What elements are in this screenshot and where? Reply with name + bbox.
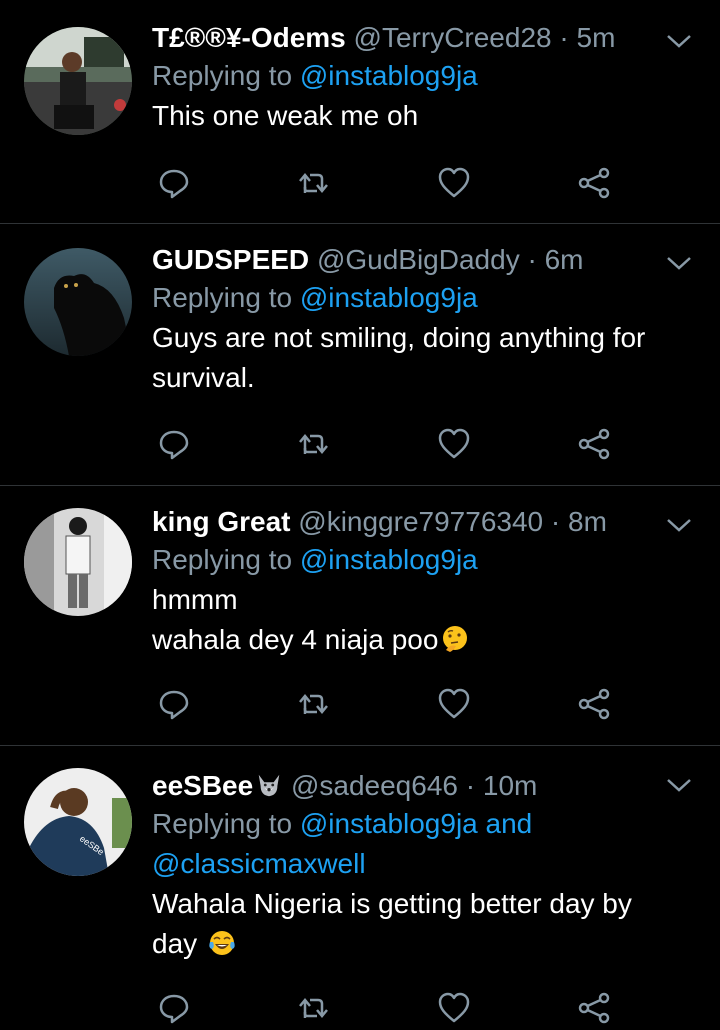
wolf-face-emoji xyxy=(258,774,280,797)
reply-button[interactable] xyxy=(156,165,192,201)
retweet-button[interactable] xyxy=(296,686,332,722)
share-button[interactable] xyxy=(576,165,612,201)
avatar[interactable] xyxy=(24,248,132,356)
share-icon xyxy=(578,688,610,720)
tweet-text-line: hmmm xyxy=(152,584,238,615)
reply-button[interactable] xyxy=(156,686,192,722)
retweet-icon xyxy=(299,173,328,193)
replying-to: Replying to @instablog9ja and @classicma… xyxy=(152,804,696,884)
mention-link[interactable]: @instablog9ja xyxy=(300,544,478,575)
mention-link[interactable]: @instablog9ja and xyxy=(300,808,532,839)
retweet-button[interactable] xyxy=(296,165,332,201)
retweet-button[interactable] xyxy=(296,990,332,1026)
separator-dot: · xyxy=(465,770,476,801)
tweet-text: Guys are not smiling, doing anything for… xyxy=(152,318,696,398)
timestamp[interactable]: 8m xyxy=(568,506,607,537)
timestamp[interactable]: 5m xyxy=(577,22,616,53)
display-name[interactable]: eeSBee xyxy=(152,770,283,801)
tweet-text: Wahala Nigeria is getting better day by … xyxy=(152,884,696,964)
mention-link[interactable]: @classicmaxwell xyxy=(152,848,366,879)
retweet-icon xyxy=(299,694,328,714)
tweet-text-line: wahala dey 4 niaja poo xyxy=(152,620,696,660)
separator-dot: · xyxy=(550,506,561,537)
share-button[interactable] xyxy=(576,990,612,1026)
user-handle[interactable]: @kinggre79776340 xyxy=(298,506,543,537)
reply-button[interactable] xyxy=(156,990,192,1026)
like-icon xyxy=(438,688,470,719)
share-icon xyxy=(578,428,610,460)
display-name[interactable]: T£®®¥-Odems xyxy=(152,22,346,53)
tears-of-joy-emoji xyxy=(209,931,235,955)
display-name-text: eeSBee xyxy=(152,770,254,801)
chevron-down-icon[interactable] xyxy=(664,770,694,800)
like-button[interactable] xyxy=(436,686,472,722)
tweet-text: This one weak me oh xyxy=(152,96,696,136)
reply-button[interactable] xyxy=(156,426,192,462)
retweet-icon xyxy=(299,998,328,1018)
user-handle[interactable]: @sadeeq646 xyxy=(291,770,458,801)
share-button[interactable] xyxy=(576,426,612,462)
reply-icon xyxy=(159,994,189,1024)
like-icon xyxy=(438,167,470,198)
like-button[interactable] xyxy=(436,426,472,462)
replying-to: Replying to @instablog9ja xyxy=(152,278,696,318)
tweet-text-segment: day xyxy=(152,928,198,959)
tweet-text-line: This one weak me oh xyxy=(152,100,419,131)
timestamp[interactable]: 6m xyxy=(545,244,584,275)
action-bar xyxy=(152,686,632,726)
tweet-3[interactable]: king Great @kinggre79776340 · 8m Replyin… xyxy=(0,486,720,746)
tweet-text-line: Guys are not smiling, doing anything for xyxy=(152,322,646,353)
like-button[interactable] xyxy=(436,165,472,201)
replying-to: Replying to @instablog9ja xyxy=(152,56,696,96)
tweet-header: king Great @kinggre79776340 · 8m xyxy=(152,504,696,540)
tweet-text-line: Wahala Nigeria is getting better day by xyxy=(152,888,632,919)
tweet-4[interactable]: eeSBe eeSBee @sadeeq646 · 10m Replying t… xyxy=(0,746,720,1024)
tweet-text-line: day xyxy=(152,924,696,964)
reply-icon xyxy=(159,169,189,199)
mention-link[interactable]: @instablog9ja xyxy=(300,282,478,313)
timestamp[interactable]: 10m xyxy=(483,770,537,801)
avatar[interactable]: eeSBe xyxy=(24,768,132,876)
chevron-down-icon[interactable] xyxy=(664,248,694,278)
tweet-1[interactable]: T£®®¥-Odems @TerryCreed28 · 5m Replying … xyxy=(0,0,720,224)
tweet-header: T£®®¥-Odems @TerryCreed28 · 5m xyxy=(152,20,696,56)
tweet-2[interactable]: GUDSPEED @GudBigDaddy · 6m Replying to @… xyxy=(0,224,720,486)
tweet-header: GUDSPEED @GudBigDaddy · 6m xyxy=(152,242,696,278)
action-bar xyxy=(152,165,632,205)
user-handle[interactable]: @TerryCreed28 xyxy=(354,22,552,53)
display-name[interactable]: GUDSPEED xyxy=(152,244,309,275)
share-icon xyxy=(578,992,610,1024)
separator-dot: · xyxy=(559,22,569,53)
thinking-face-emoji xyxy=(443,626,468,652)
mention-link[interactable]: @instablog9ja xyxy=(300,60,478,91)
retweet-button[interactable] xyxy=(296,426,332,462)
chevron-down-icon[interactable] xyxy=(664,510,694,540)
like-icon xyxy=(438,428,470,459)
like-icon xyxy=(438,992,470,1023)
tweet-text: hmmm wahala dey 4 niaja poo xyxy=(152,580,696,660)
replying-prefix: Replying to xyxy=(152,282,293,313)
replying-prefix: Replying to xyxy=(152,60,293,91)
like-button[interactable] xyxy=(436,990,472,1026)
replying-prefix: Replying to xyxy=(152,808,293,839)
action-bar xyxy=(152,990,632,1030)
tweet-header: eeSBee @sadeeq646 · 10m xyxy=(152,768,696,804)
avatar[interactable] xyxy=(24,27,132,135)
share-button[interactable] xyxy=(576,686,612,722)
reply-icon xyxy=(159,690,189,720)
user-handle[interactable]: @GudBigDaddy xyxy=(317,244,520,275)
avatar[interactable] xyxy=(24,508,132,616)
replying-to: Replying to @instablog9ja xyxy=(152,540,696,580)
chevron-down-icon[interactable] xyxy=(664,26,694,56)
display-name[interactable]: king Great xyxy=(152,506,290,537)
tweet-text-segment: wahala dey 4 niaja poo xyxy=(152,624,439,655)
replying-prefix: Replying to xyxy=(152,544,293,575)
action-bar xyxy=(152,426,632,466)
reply-icon xyxy=(159,430,189,460)
retweet-icon xyxy=(299,434,328,454)
tweet-text-line: survival. xyxy=(152,362,255,393)
share-icon xyxy=(578,167,610,199)
separator-dot: · xyxy=(527,244,537,275)
